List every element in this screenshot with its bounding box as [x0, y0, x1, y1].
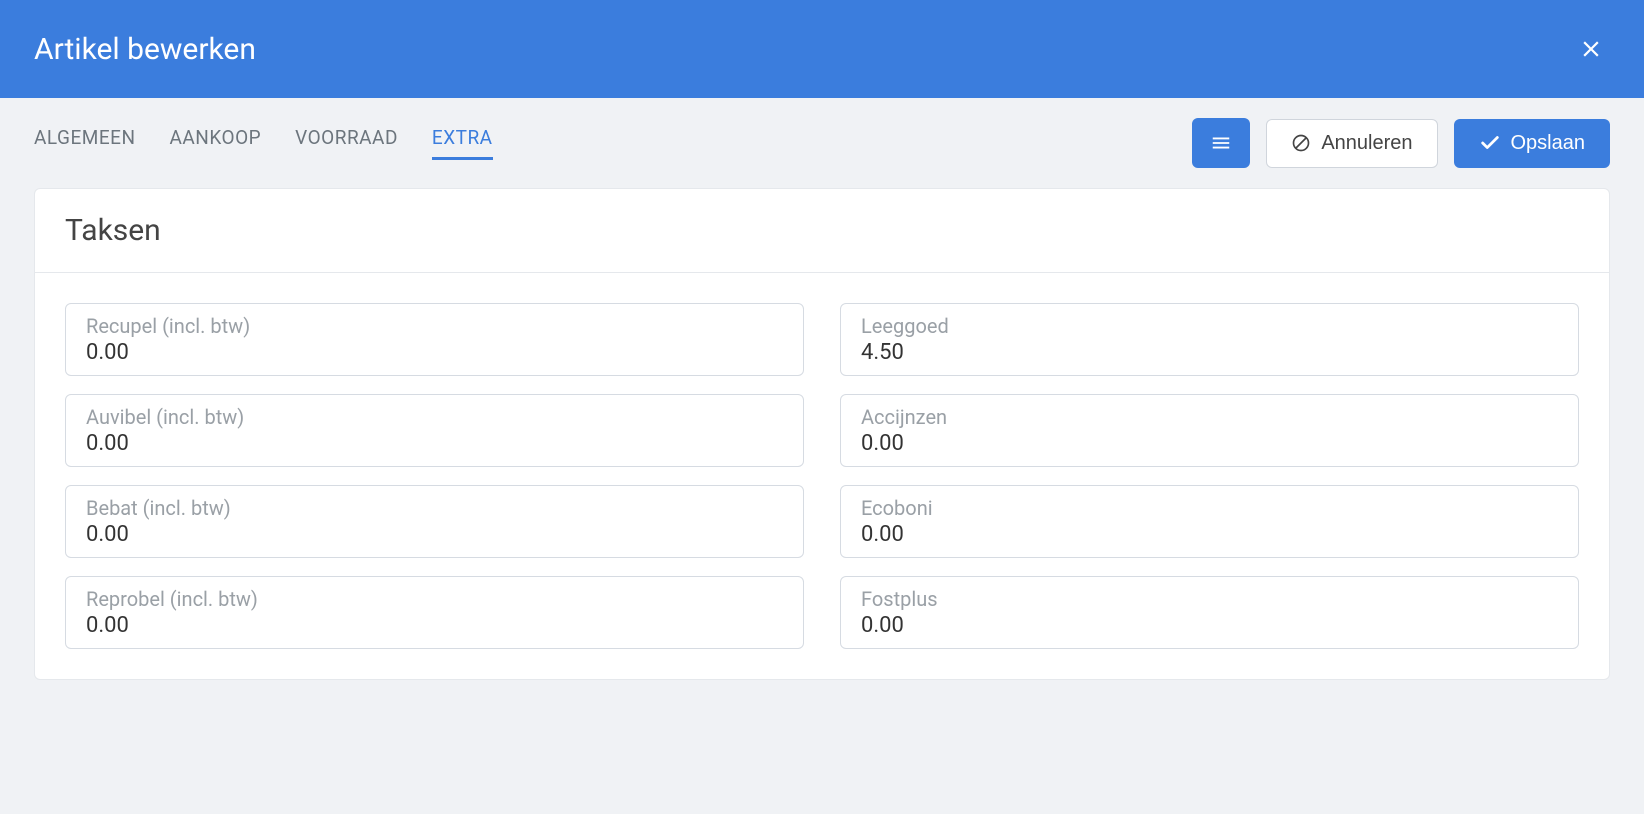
cancel-icon	[1291, 133, 1311, 153]
tab-extra[interactable]: EXTRA	[432, 126, 493, 160]
close-button[interactable]	[1572, 30, 1610, 68]
accijnzen-label: Accijnzen	[861, 405, 1558, 429]
reprobel-input[interactable]	[86, 611, 783, 638]
auvibel-input[interactable]	[86, 429, 783, 456]
fields-grid: Recupel (incl. btw) Leeggoed Auvibel (in…	[65, 303, 1579, 649]
fostplus-field[interactable]: Fostplus	[840, 576, 1579, 649]
tab-aankoop[interactable]: AANKOOP	[170, 126, 262, 160]
accijnzen-field[interactable]: Accijnzen	[840, 394, 1579, 467]
taksen-panel: Taksen Recupel (incl. btw) Leeggoed Auvi…	[34, 188, 1610, 680]
reprobel-field[interactable]: Reprobel (incl. btw)	[65, 576, 804, 649]
ecoboni-label: Ecoboni	[861, 496, 1558, 520]
leeggoed-input[interactable]	[861, 338, 1558, 365]
check-icon	[1479, 132, 1501, 154]
recupel-input[interactable]	[86, 338, 783, 365]
fostplus-label: Fostplus	[861, 587, 1558, 611]
tab-bar: ALGEMEEN AANKOOP VOORRAAD EXTRA	[34, 126, 493, 160]
panel-header: Taksen	[35, 189, 1609, 273]
bebat-field[interactable]: Bebat (incl. btw)	[65, 485, 804, 558]
accijnzen-input[interactable]	[861, 429, 1558, 456]
close-icon	[1578, 36, 1604, 62]
auvibel-label: Auvibel (incl. btw)	[86, 405, 783, 429]
ecoboni-field[interactable]: Ecoboni	[840, 485, 1579, 558]
menu-button[interactable]	[1192, 118, 1250, 168]
recupel-label: Recupel (incl. btw)	[86, 314, 783, 338]
modal-title: Artikel bewerken	[34, 32, 256, 67]
ecoboni-input[interactable]	[861, 520, 1558, 547]
save-button-label: Opslaan	[1511, 132, 1586, 155]
reprobel-label: Reprobel (incl. btw)	[86, 587, 783, 611]
panel-body: Recupel (incl. btw) Leeggoed Auvibel (in…	[35, 273, 1609, 679]
cancel-button-label: Annuleren	[1321, 132, 1412, 155]
save-button[interactable]: Opslaan	[1454, 119, 1611, 168]
action-bar: Annuleren Opslaan	[1192, 118, 1610, 168]
fostplus-input[interactable]	[861, 611, 1558, 638]
tab-algemeen[interactable]: ALGEMEEN	[34, 126, 136, 160]
recupel-field[interactable]: Recupel (incl. btw)	[65, 303, 804, 376]
leeggoed-label: Leeggoed	[861, 314, 1558, 338]
bebat-label: Bebat (incl. btw)	[86, 496, 783, 520]
panel-title: Taksen	[65, 213, 1579, 248]
auvibel-field[interactable]: Auvibel (incl. btw)	[65, 394, 804, 467]
modal-header: Artikel bewerken	[0, 0, 1644, 98]
tab-voorraad[interactable]: VOORRAAD	[295, 126, 398, 160]
cancel-button[interactable]: Annuleren	[1266, 119, 1437, 168]
hamburger-icon	[1210, 132, 1232, 154]
bebat-input[interactable]	[86, 520, 783, 547]
toolbar: ALGEMEEN AANKOOP VOORRAAD EXTRA Annulere…	[0, 98, 1644, 188]
leeggoed-field[interactable]: Leeggoed	[840, 303, 1579, 376]
